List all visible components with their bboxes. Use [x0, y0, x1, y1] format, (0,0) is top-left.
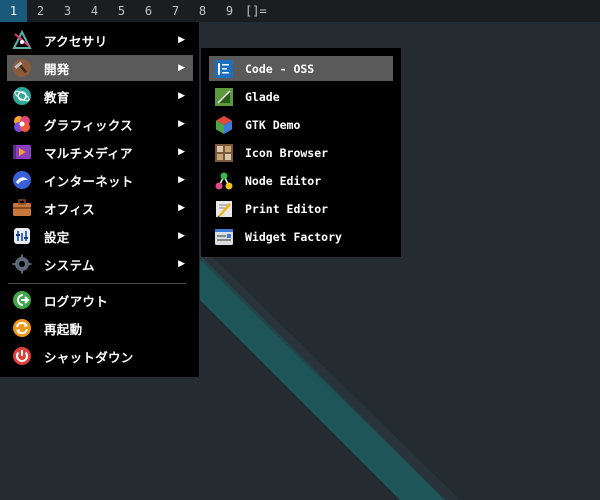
workspace-8[interactable]: 8 — [189, 0, 216, 22]
menu-item-label: 開発 — [44, 61, 70, 77]
logout-icon — [12, 290, 32, 310]
system-icon — [12, 254, 32, 274]
workspace-7[interactable]: 7 — [162, 0, 189, 22]
submenu-arrow-icon: ▶ — [178, 147, 185, 157]
submenu-item-gtk-demo[interactable]: GTK Demo — [209, 112, 393, 137]
workspace-1[interactable]: 1 — [0, 0, 27, 22]
menu-item-shutdown[interactable]: シャットダウン — [7, 343, 193, 369]
submenu-item-label: Widget Factory — [245, 229, 342, 244]
menu-item-label: マルチメディア — [44, 145, 133, 161]
menu-item-label: グラフィックス — [44, 117, 133, 133]
settings-icon — [12, 226, 32, 246]
submenu-item-glade[interactable]: Glade — [209, 84, 393, 109]
submenu-item-icon-browser[interactable]: Icon Browser — [209, 140, 393, 165]
development-submenu: Code - OSS Glade GTK Demo Icon Browser N… — [201, 48, 401, 257]
workspace-6[interactable]: 6 — [135, 0, 162, 22]
code-oss-icon — [215, 59, 233, 78]
multimedia-icon — [12, 142, 32, 162]
submenu-arrow-icon: ▶ — [178, 203, 185, 213]
top-bar: 1 2 3 4 5 6 7 8 9 []= — [0, 0, 600, 22]
menu-item-label: ログアウト — [44, 293, 109, 309]
menu-item-graphics[interactable]: グラフィックス ▶ — [7, 111, 193, 137]
submenu-arrow-icon: ▶ — [178, 119, 185, 129]
submenu-arrow-icon: ▶ — [178, 175, 185, 185]
menu-item-label: 設定 — [44, 229, 70, 245]
workspace-5[interactable]: 5 — [108, 0, 135, 22]
icon-browser-icon — [215, 143, 233, 162]
submenu-arrow-icon: ▶ — [178, 63, 185, 73]
menu-item-label: オフィス — [44, 201, 95, 217]
node-editor-icon — [215, 172, 233, 190]
submenu-item-code-oss[interactable]: Code - OSS — [209, 56, 393, 81]
submenu-item-widget-factory[interactable]: Widget Factory — [209, 224, 393, 249]
menu-item-label: システム — [44, 257, 95, 273]
menu-item-system[interactable]: システム ▶ — [7, 251, 193, 277]
submenu-item-label: Node Editor — [245, 173, 322, 188]
menu-separator — [8, 283, 186, 284]
menu-item-multimedia[interactable]: マルチメディア ▶ — [7, 139, 193, 165]
submenu-item-node-editor[interactable]: Node Editor — [209, 168, 393, 193]
menu-item-office[interactable]: オフィス ▶ — [7, 195, 193, 221]
workspace-2[interactable]: 2 — [27, 0, 54, 22]
graphics-icon — [12, 114, 32, 134]
menu-item-label: インターネット — [44, 173, 134, 189]
shutdown-icon — [12, 346, 32, 366]
accessories-icon — [12, 30, 32, 50]
menu-item-development[interactable]: 開発 ▶ — [7, 55, 193, 81]
submenu-arrow-icon: ▶ — [178, 35, 185, 45]
restart-icon — [12, 318, 32, 338]
submenu-arrow-icon: ▶ — [178, 259, 185, 269]
menu-item-settings[interactable]: 設定 ▶ — [7, 223, 193, 249]
menu-item-restart[interactable]: 再起動 — [7, 315, 193, 341]
workspace-3[interactable]: 3 — [54, 0, 81, 22]
submenu-arrow-icon: ▶ — [178, 91, 185, 101]
office-icon — [12, 198, 32, 218]
education-icon — [12, 86, 32, 106]
submenu-item-label: Icon Browser — [245, 145, 329, 160]
widget-factory-icon — [215, 228, 233, 246]
menu-item-label: シャットダウン — [44, 349, 134, 365]
menu-item-education[interactable]: 教育 ▶ — [7, 83, 193, 109]
print-editor-icon — [215, 200, 233, 218]
gtk-demo-icon — [215, 115, 233, 134]
workspace-9[interactable]: 9 — [216, 0, 243, 22]
development-icon — [12, 58, 32, 78]
glade-icon — [215, 87, 233, 106]
menu-item-logout[interactable]: ログアウト — [7, 287, 193, 313]
layout-indicator[interactable]: []= — [245, 4, 267, 18]
submenu-item-label: GTK Demo — [245, 117, 301, 132]
application-menu: アクセサリ ▶ 開発 ▶ 教育 ▶ グラフィックス ▶ マルチメディア ▶ イン… — [0, 22, 199, 377]
submenu-item-label: Print Editor — [245, 201, 329, 216]
menu-item-accessories[interactable]: アクセサリ ▶ — [7, 27, 193, 53]
submenu-arrow-icon: ▶ — [178, 231, 185, 241]
menu-item-internet[interactable]: インターネット ▶ — [7, 167, 193, 193]
submenu-item-label: Glade — [245, 89, 280, 104]
menu-item-label: アクセサリ — [44, 33, 108, 49]
menu-item-label: 教育 — [44, 89, 70, 105]
submenu-item-print-editor[interactable]: Print Editor — [209, 196, 393, 221]
menu-item-label: 再起動 — [44, 321, 83, 337]
internet-icon — [12, 170, 32, 190]
submenu-item-label: Code - OSS — [245, 61, 315, 76]
workspace-4[interactable]: 4 — [81, 0, 108, 22]
